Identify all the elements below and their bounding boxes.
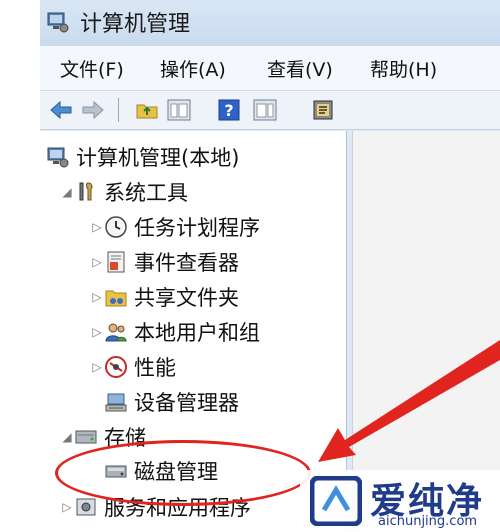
tree-item-device-manager[interactable]: 设备管理器 (104, 386, 239, 418)
storage-icon (75, 430, 97, 444)
services-icon (76, 498, 96, 516)
tree-item-label: 事件查看器 (134, 251, 239, 275)
computer-management-icon (47, 147, 69, 168)
clock-icon (105, 216, 127, 238)
expand-arrow-icon[interactable]: ▷ (90, 360, 104, 374)
tree-item-system-tools[interactable]: ◢ 系统工具 (60, 176, 188, 208)
watermark-logo: 爱纯净 aichunjing.com (300, 470, 500, 532)
show-hide-tree-icon[interactable] (166, 97, 192, 123)
tree-item-performance[interactable]: ▷ 性能 (90, 351, 176, 383)
back-icon[interactable] (48, 97, 74, 123)
window-title: 计算机管理 (80, 12, 191, 37)
tree-item-local-users-groups[interactable]: ▷ 本地用户和组 (90, 316, 260, 348)
tree-item-label: 系统工具 (104, 181, 188, 205)
svg-text:?: ? (224, 101, 233, 120)
tree-item-label: 计算机管理(本地) (76, 146, 240, 170)
tree-item-label: 任务计划程序 (134, 216, 260, 240)
tree-item-label: 共享文件夹 (134, 286, 239, 310)
tree-item-label: 磁盘管理 (134, 460, 218, 484)
tree-item-label: 服务和应用程序 (104, 496, 251, 520)
tree-item-shared-folders[interactable]: ▷ 共享文件夹 (90, 281, 239, 313)
event-log-icon (107, 251, 125, 273)
properties-icon[interactable] (310, 97, 336, 123)
help-icon[interactable]: ? (216, 97, 242, 123)
toolbar: ? (40, 91, 500, 130)
show-hide-action-pane-icon[interactable] (252, 97, 278, 123)
menu-view[interactable]: 查看(V) (267, 55, 333, 82)
tools-icon (79, 182, 93, 201)
computer-management-icon (47, 12, 69, 33)
tree-item-disk-management[interactable]: 磁盘管理 (104, 455, 218, 487)
up-folder-icon[interactable] (134, 97, 160, 123)
tree-item-label: 设备管理器 (134, 391, 239, 415)
shared-folder-icon (105, 290, 127, 307)
toolbar-separator (118, 98, 119, 122)
users-icon (105, 323, 127, 342)
expand-arrow-icon[interactable]: ▷ (90, 255, 104, 269)
device-manager-icon (105, 393, 127, 412)
tree-item-root[interactable]: 计算机管理(本地) (46, 141, 239, 173)
disk-drive-icon (105, 465, 127, 478)
title-bar: 计算机管理 (40, 0, 500, 46)
tree-item-label: 性能 (134, 356, 176, 380)
forward-icon[interactable] (80, 97, 106, 123)
expand-arrow-icon[interactable]: ▷ (60, 500, 74, 514)
collapse-arrow-icon[interactable]: ◢ (60, 430, 74, 444)
tree-item-label: 存储 (104, 426, 146, 450)
brand-logo-icon (310, 476, 362, 526)
tree-item-storage[interactable]: ◢ 存储 (60, 421, 146, 453)
menu-action[interactable]: 操作(A) (160, 55, 226, 82)
menu-file[interactable]: 文件(F) (60, 55, 124, 82)
collapse-arrow-icon[interactable]: ◢ (60, 185, 74, 199)
computer-management-window: 计算机管理 文件(F) 操作(A) 查看(V) 帮助(H) ? 计算机管理(本地… (40, 0, 500, 532)
menu-help[interactable]: 帮助(H) (370, 55, 437, 82)
brand-url: aichunjing.com (378, 514, 478, 529)
performance-gauge-icon (105, 356, 127, 378)
tree-item-task-scheduler[interactable]: ▷ 任务计划程序 (90, 211, 260, 243)
expand-arrow-icon[interactable]: ▷ (90, 290, 104, 304)
tree-item-label: 本地用户和组 (134, 321, 260, 345)
expand-arrow-icon[interactable]: ▷ (90, 220, 104, 234)
expand-arrow-icon[interactable]: ▷ (90, 325, 104, 339)
menu-bar: 文件(F) 操作(A) 查看(V) 帮助(H) (40, 46, 500, 91)
tree-item-event-viewer[interactable]: ▷ 事件查看器 (90, 246, 239, 278)
tree-item-services-applications[interactable]: ▷ 服务和应用程序 (60, 491, 251, 523)
